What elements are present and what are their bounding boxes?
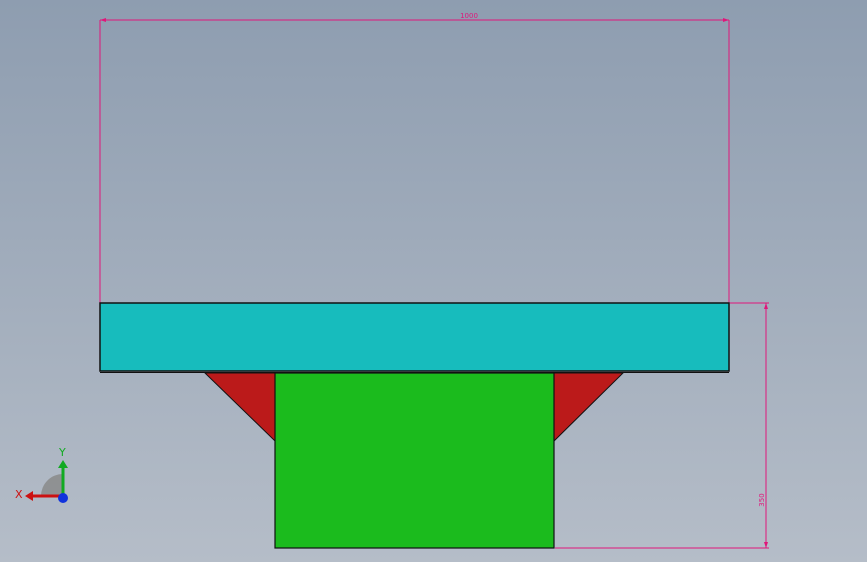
- width-dim-value[interactable]: 1000: [460, 12, 478, 20]
- height-dim-value[interactable]: 350: [758, 493, 766, 506]
- triad-z-axis: [58, 493, 68, 503]
- triad-y-label: Y: [58, 446, 66, 459]
- web-plate[interactable]: [274, 372, 555, 549]
- graphics-viewport[interactable]: 1000 350 X Y: [0, 0, 867, 562]
- flange-plate[interactable]: [99, 302, 730, 372]
- triad-x-label: X: [15, 488, 23, 501]
